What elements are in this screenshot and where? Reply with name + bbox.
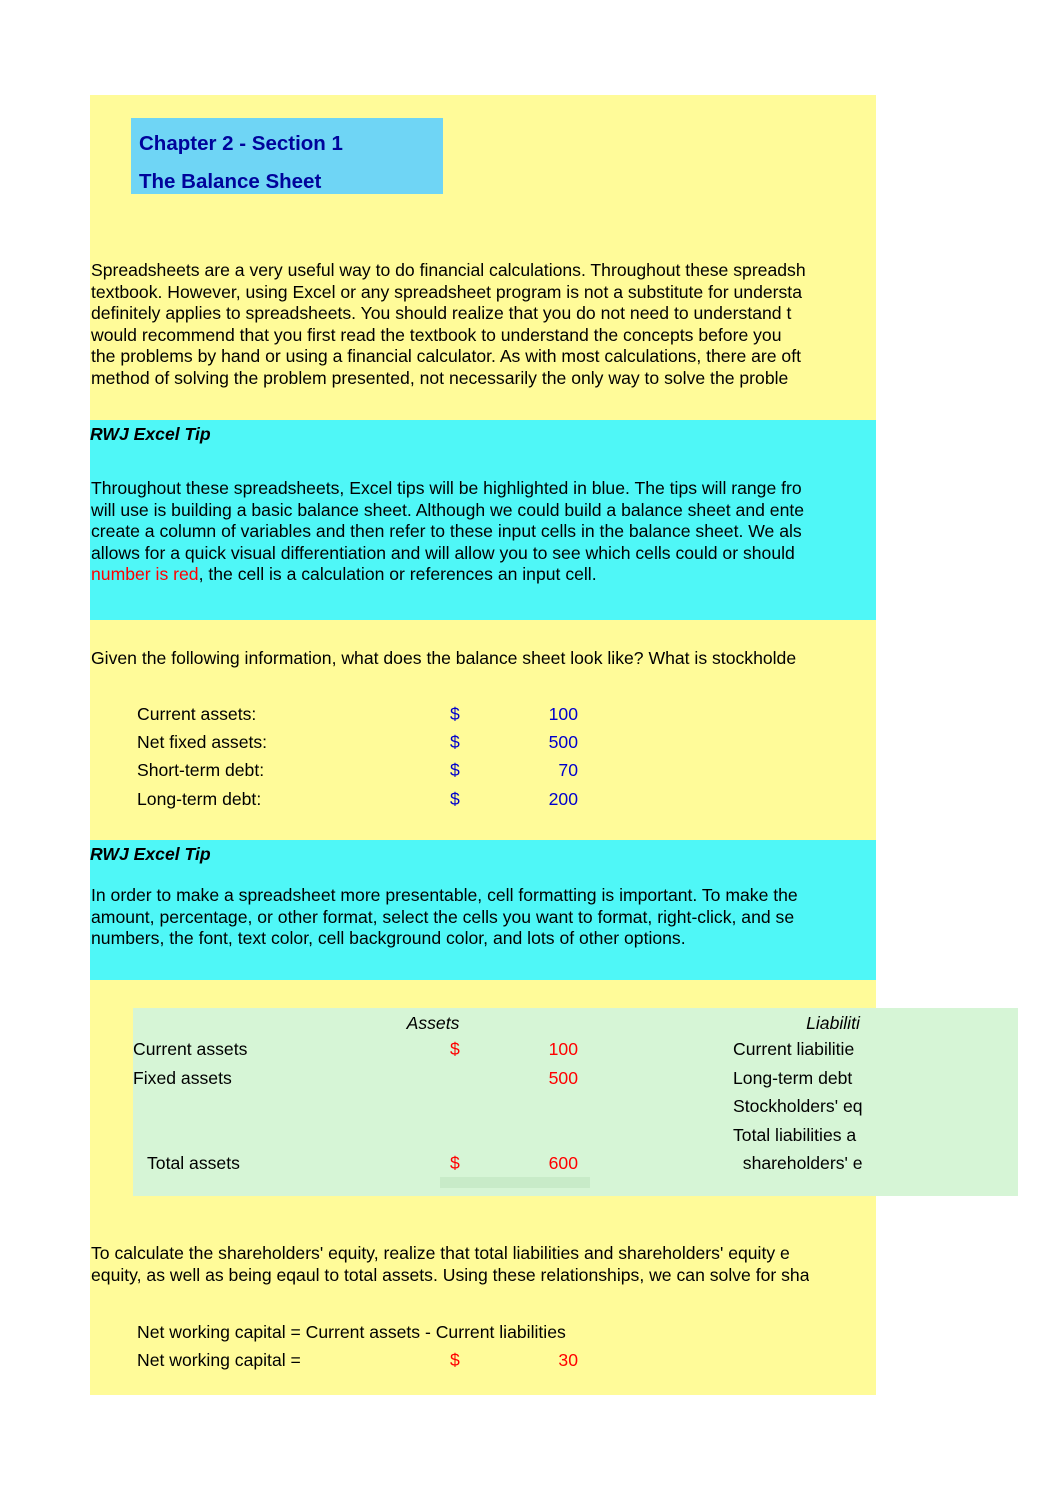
balance-sheet-table: Assets Current assets $ 100 Fixed assets… (133, 1008, 890, 1196)
intro-line: would recommend that you first read the … (91, 324, 782, 345)
intro-line: definitely applies to spreadsheets. You … (91, 303, 792, 324)
tip-1-line: Throughout these spreadsheets, Excel tip… (91, 478, 802, 498)
liabilities-row-label: Stockholders' eq (733, 1096, 863, 1116)
tip-1-line: allows for a quick visual differentiatio… (91, 542, 795, 563)
input-row-currency: $ (450, 732, 460, 752)
tip-2-heading: RWJ Excel Tip (90, 844, 211, 864)
tip-2-line: In order to make a spreadsheet more pres… (91, 885, 798, 905)
page-title-line-2: The Balance Sheet (139, 170, 322, 193)
input-row-label: Short-term debt: (137, 760, 265, 780)
tip-2-body: In order to make a spreadsheet more pres… (90, 885, 876, 957)
input-row-value[interactable]: 70 (478, 760, 578, 781)
intro-line: the problems by hand or using a financia… (91, 346, 801, 367)
nwc-currency: $ (450, 1350, 460, 1370)
assets-row-value[interactable]: 100 (478, 1039, 578, 1060)
conclusion-line: equity, as well as being eqaul to total … (91, 1264, 810, 1285)
liabilities-row-label: Current liabilitie (733, 1039, 855, 1059)
tip-1-line-last-rest: , the cell is a calculation or reference… (198, 564, 597, 585)
total-assets-label: Total assets (147, 1153, 240, 1173)
input-row-label: Current assets: (137, 704, 257, 724)
input-row-value[interactable]: 100 (478, 704, 578, 725)
question-row: Given the following information, what do… (90, 648, 876, 674)
total-assets-underline (440, 1177, 590, 1188)
tip-2-line: amount, percentage, or other format, sel… (91, 906, 795, 927)
tip-1-line: will use is building a basic balance she… (91, 499, 805, 520)
input-row-currency: $ (450, 704, 460, 724)
total-assets-currency: $ (450, 1153, 460, 1173)
nwc-result-label: Net working capital = (137, 1350, 301, 1370)
assets-row-label: Fixed assets (133, 1068, 232, 1088)
question-text: Given the following information, what do… (91, 648, 797, 668)
tip-1-heading: RWJ Excel Tip (90, 424, 211, 444)
input-row-value[interactable]: 200 (478, 789, 578, 810)
conclusion-line: To calculate the shareholders' equity, r… (91, 1243, 790, 1263)
page-title-box[interactable]: Chapter 2 - Section 1 The Balance Sheet (131, 118, 443, 194)
liabilities-row-label: Long-term debt (733, 1068, 853, 1088)
intro-paragraph: Spreadsheets are a very useful way to do… (90, 260, 876, 390)
intro-line: Spreadsheets are a very useful way to do… (91, 260, 806, 280)
assets-row-currency: $ (450, 1039, 460, 1059)
assets-column-header: Assets (406, 1013, 460, 1033)
red-number-callout: number is red (91, 564, 199, 585)
tip-1-line-last: number is red, the cell is a calculation… (91, 564, 804, 586)
conclusion-paragraph: To calculate the shareholders' equity, r… (90, 1243, 876, 1289)
tip-2-line: numbers, the font, text color, cell back… (91, 928, 686, 949)
nwc-formula-label: Net working capital = Current assets - C… (137, 1322, 566, 1342)
input-row-currency: $ (450, 760, 460, 780)
intro-line: textbook. However, using Excel or any sp… (91, 281, 802, 302)
tip-1-body: Throughout these spreadsheets, Excel tip… (90, 478, 876, 593)
assets-row-label: Current assets (133, 1039, 248, 1059)
input-row-label: Long-term debt: (137, 789, 262, 809)
liabilities-row-label: shareholders' e (733, 1153, 863, 1173)
nwc-value[interactable]: 30 (478, 1350, 578, 1371)
liabilities-row-label: Total liabilities a (733, 1125, 857, 1145)
total-assets-value[interactable]: 600 (478, 1153, 578, 1174)
input-row-currency: $ (450, 789, 460, 809)
page-title-line-1: Chapter 2 - Section 1 (139, 132, 343, 155)
intro-line: method of solving the problem presented,… (91, 367, 789, 388)
tip-1-line: create a column of variables and then re… (91, 521, 802, 542)
spreadsheet-canvas: Chapter 2 - Section 1 The Balance Sheet … (0, 0, 1062, 1506)
liabilities-column-header: Liabiliti (806, 1013, 860, 1033)
assets-row-value[interactable]: 500 (478, 1068, 578, 1089)
input-row-label: Net fixed assets: (137, 732, 268, 752)
input-row-value[interactable]: 500 (478, 732, 578, 753)
